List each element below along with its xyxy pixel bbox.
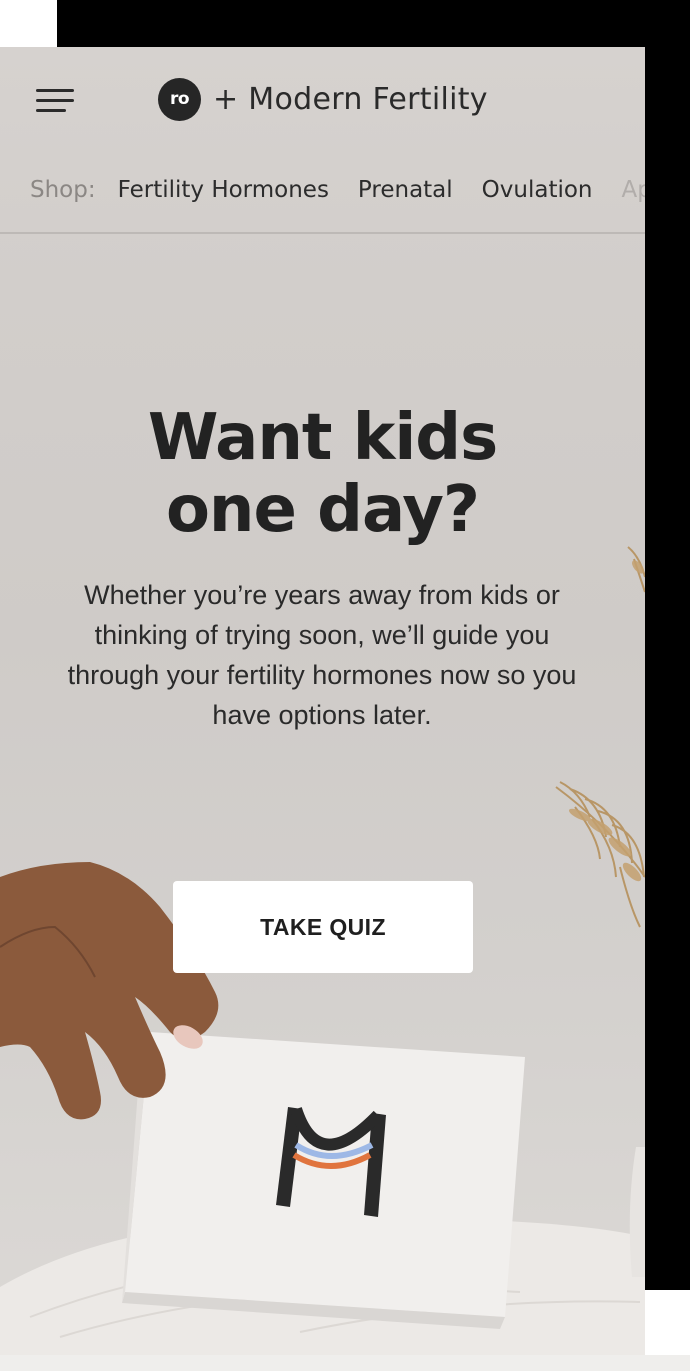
hero-title-line-1: Want kids — [147, 401, 498, 475]
shop-link-fertility-hormones[interactable]: Fertility Hormones — [118, 177, 329, 203]
shop-link-app[interactable]: App — [622, 177, 645, 203]
shop-nav: Shop: Fertility Hormones Prenatal Ovulat… — [0, 151, 645, 234]
bottom-strip — [0, 1355, 690, 1371]
hero-title: Want kids one day? — [0, 402, 645, 546]
fingernail — [173, 1025, 203, 1049]
m-logo-mark — [276, 1107, 386, 1217]
ro-badge: ro — [158, 77, 201, 121]
vase — [629, 1147, 645, 1277]
table-surface — [0, 1217, 645, 1355]
hamburger-menu-icon[interactable] — [36, 87, 74, 113]
hero-title-line-2: one day? — [165, 473, 480, 547]
shop-label: Shop: — [30, 177, 96, 203]
brand-logo[interactable]: ro + Modern Fertility — [158, 77, 488, 121]
shop-link-ovulation[interactable]: Ovulation — [482, 177, 593, 203]
hero-subtitle: Whether you’re years away from kids or t… — [67, 580, 577, 730]
shop-link-prenatal[interactable]: Prenatal — [358, 177, 453, 203]
take-quiz-button[interactable]: TAKE QUIZ — [173, 881, 473, 973]
test-kit-box — [122, 1032, 525, 1329]
brand-name: + Modern Fertility — [213, 81, 488, 117]
site-header: ro + Modern Fertility — [0, 47, 645, 151]
phone-screen: ro + Modern Fertility Shop: Fertility Ho… — [0, 47, 645, 1355]
page: ro + Modern Fertility Shop: Fertility Ho… — [0, 0, 690, 1371]
